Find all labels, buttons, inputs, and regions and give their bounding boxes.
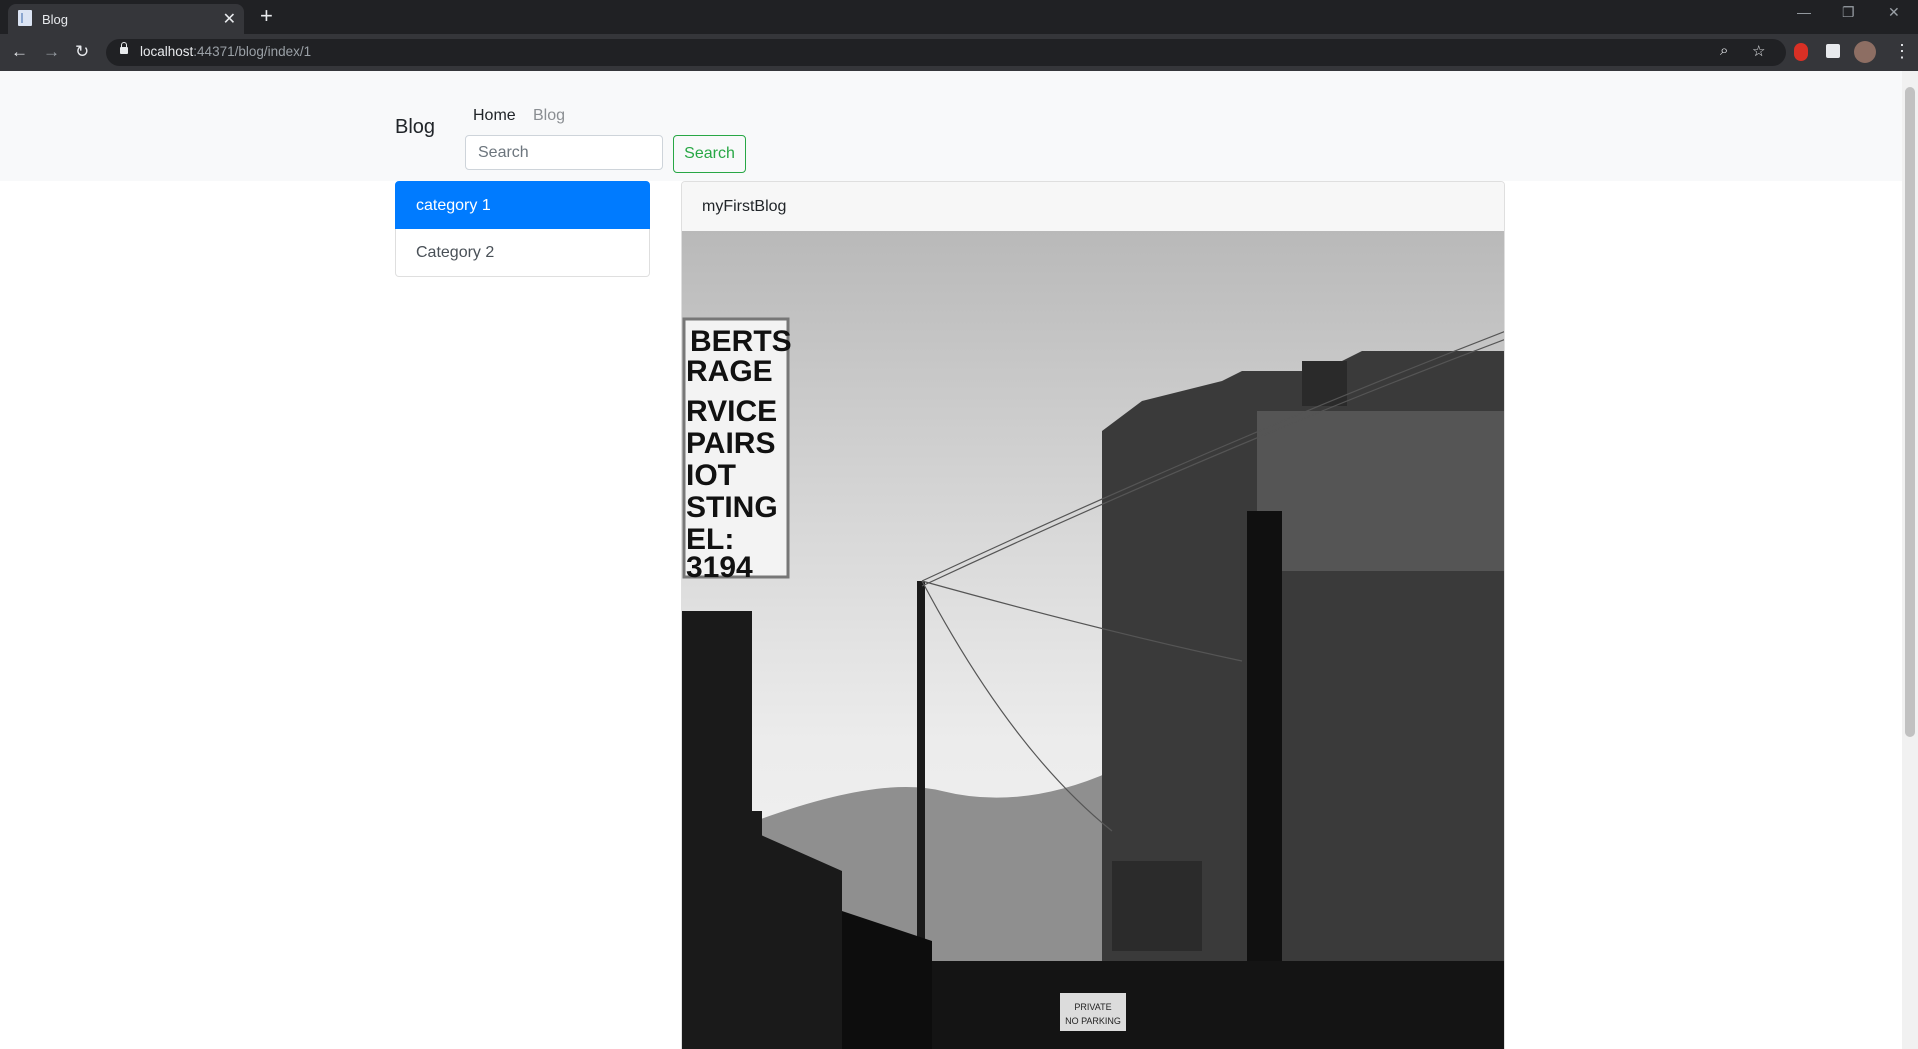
sign-line-3: RVICE bbox=[686, 395, 777, 428]
close-tab-icon[interactable]: ✕ bbox=[223, 9, 236, 29]
search-button[interactable]: Search bbox=[673, 135, 746, 173]
reload-icon[interactable]: ↻ bbox=[75, 42, 89, 62]
bookmark-star-icon[interactable]: ☆ bbox=[1752, 42, 1765, 60]
search-input[interactable] bbox=[465, 135, 663, 170]
extension-icon[interactable] bbox=[1794, 43, 1808, 61]
category-list: category 1 Category 2 bbox=[395, 181, 650, 277]
profile-avatar[interactable] bbox=[1854, 41, 1876, 63]
address-bar[interactable]: localhost:44371/blog/index/1 bbox=[106, 39, 1786, 66]
nav-link-blog[interactable]: Blog bbox=[533, 107, 565, 125]
parking-sign-line-1: PRIVATE bbox=[1074, 1002, 1111, 1012]
sign-line-2: RAGE bbox=[686, 355, 773, 388]
parking-sign-line-2: NO PARKING bbox=[1065, 1016, 1121, 1026]
sign-line-5: IOT bbox=[686, 459, 736, 492]
navbar-brand[interactable]: Blog bbox=[395, 116, 435, 139]
browser-tab[interactable]: Blog ✕ bbox=[8, 4, 244, 34]
restore-icon[interactable]: ❐ bbox=[1842, 4, 1855, 21]
post-image: BERTS RAGE RVICE PAIRS IOT STING EL: 319… bbox=[682, 231, 1504, 1049]
back-icon[interactable]: ← bbox=[11, 42, 28, 62]
page-scrollbar[interactable] bbox=[1902, 71, 1918, 1049]
site-navbar: Blog Home Blog Search bbox=[0, 71, 1902, 181]
post-title[interactable]: myFirstBlog bbox=[682, 182, 1504, 232]
sign-line-4: PAIRS bbox=[686, 427, 775, 460]
browser-toolbar: ← → ↻ localhost:44371/blog/index/1 ⌕ ☆ ⋮ bbox=[0, 34, 1918, 71]
close-window-icon[interactable]: ✕ bbox=[1888, 4, 1900, 21]
forward-icon[interactable]: → bbox=[43, 42, 60, 62]
sign-line-1: BERTS bbox=[690, 325, 792, 358]
nav-link-home[interactable]: Home bbox=[473, 107, 516, 125]
minimize-icon[interactable]: — bbox=[1797, 4, 1811, 20]
category-item-2[interactable]: Category 2 bbox=[395, 229, 650, 277]
sign-line-6: STING bbox=[686, 491, 778, 524]
url-text: localhost:44371/blog/index/1 bbox=[140, 44, 312, 59]
new-tab-icon[interactable]: + bbox=[260, 3, 273, 29]
blog-post-card: myFirstBlog BERTS RAGE RVICE PAIRS IOT S… bbox=[681, 181, 1505, 1049]
zoom-icon[interactable]: ⌕ bbox=[1720, 42, 1728, 59]
tab-title: Blog bbox=[42, 12, 69, 27]
sign-line-8: 3194 bbox=[686, 551, 753, 584]
extensions-puzzle-icon[interactable] bbox=[1826, 44, 1840, 58]
browser-tabstrip: Blog ✕ + — ❐ ✕ bbox=[0, 0, 1918, 34]
lock-icon bbox=[120, 42, 128, 54]
menu-kebab-icon[interactable]: ⋮ bbox=[1893, 41, 1911, 62]
page-viewport: Blog Home Blog Search category 1 Categor… bbox=[0, 71, 1902, 1049]
category-item-1[interactable]: category 1 bbox=[395, 181, 650, 229]
page-icon bbox=[18, 10, 32, 26]
scrollbar-thumb[interactable] bbox=[1905, 87, 1915, 737]
